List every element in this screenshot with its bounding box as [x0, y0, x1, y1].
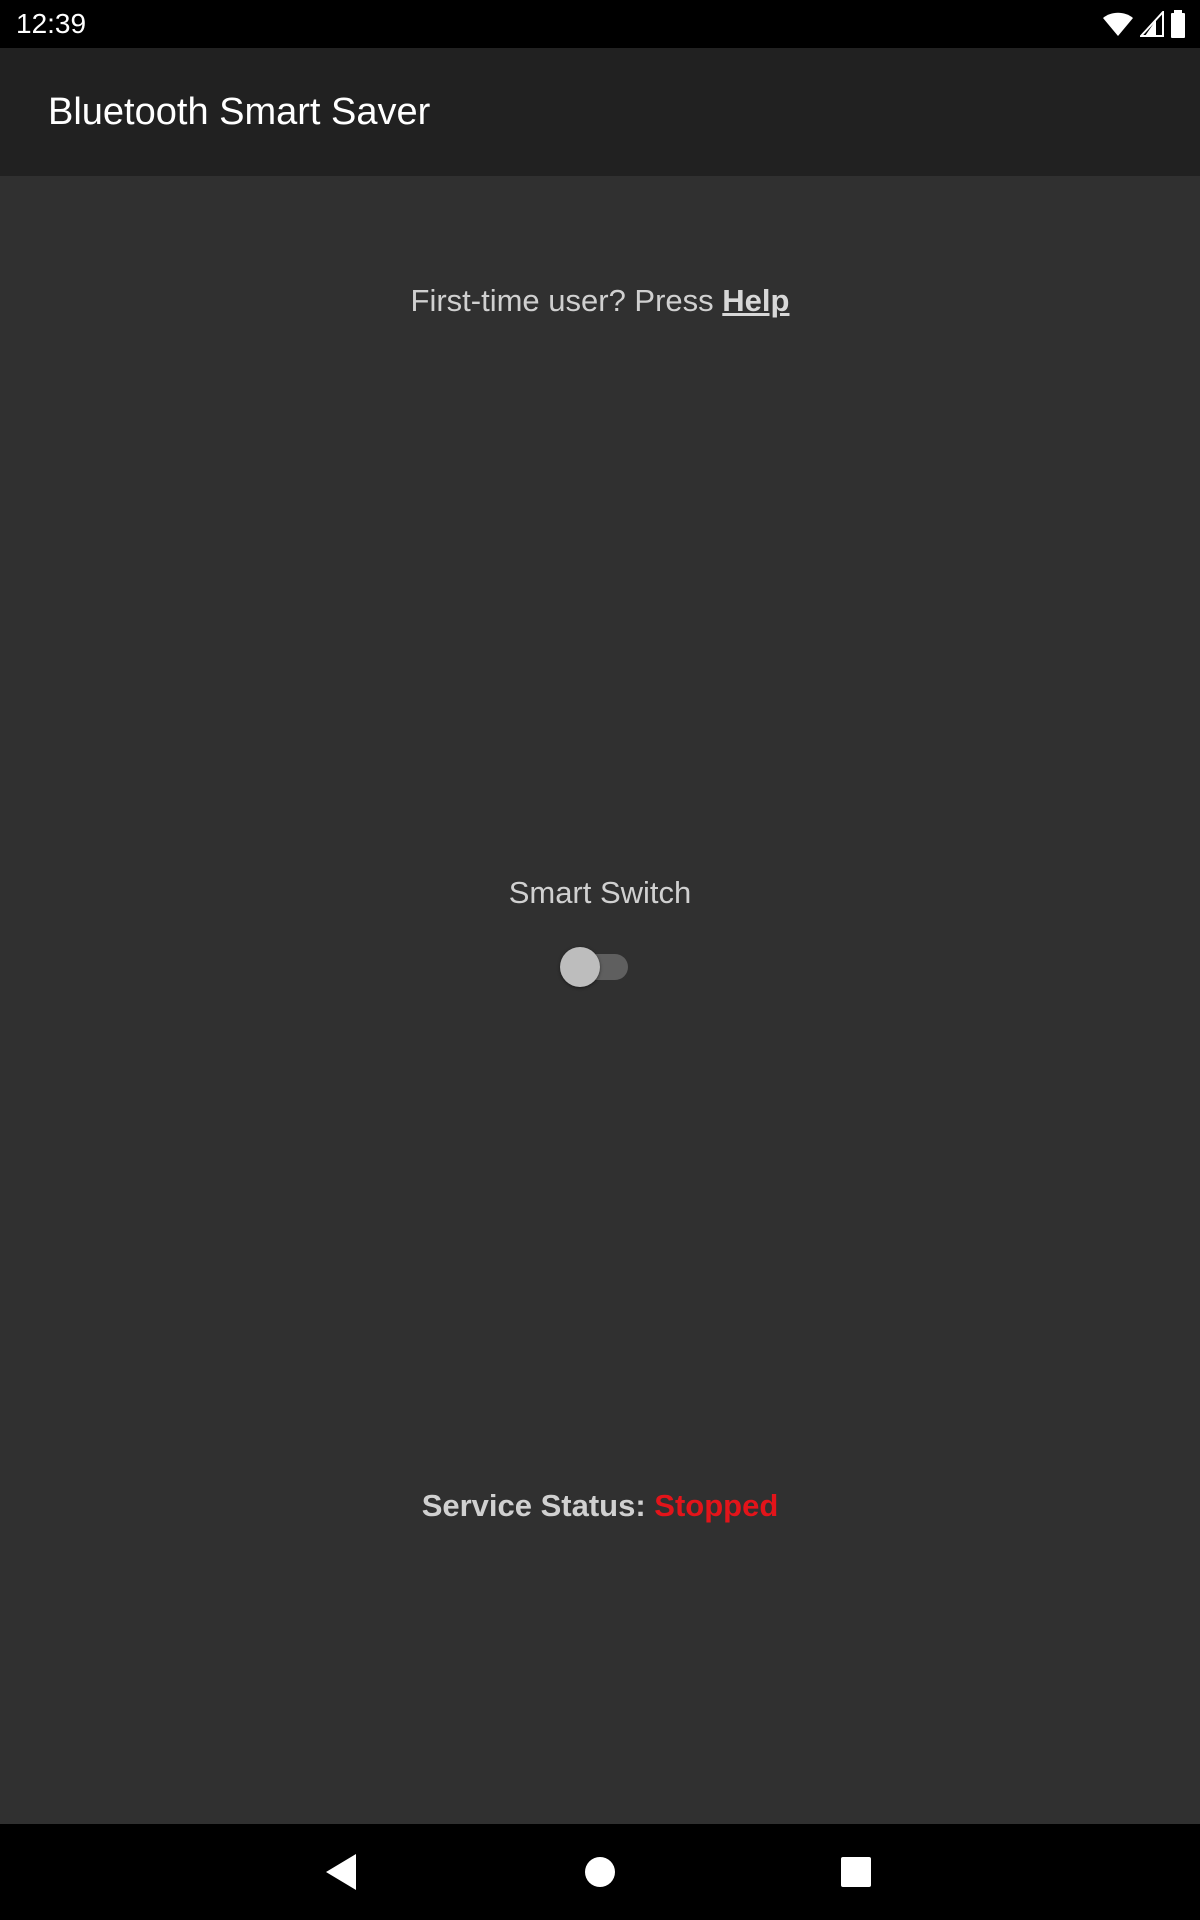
app-title: Bluetooth Smart Saver [48, 91, 431, 133]
smart-switch-label: Smart Switch [508, 875, 692, 910]
main-content: First-time user? Press Help Smart Switch… [0, 176, 1200, 1824]
navigation-bar [0, 1824, 1200, 1920]
home-icon[interactable] [576, 1848, 624, 1896]
battery-icon [1170, 10, 1186, 38]
smart-switch-toggle[interactable] [560, 946, 628, 988]
help-link[interactable]: Help [722, 283, 789, 318]
wifi-icon [1102, 11, 1134, 37]
first-time-text: First-time user? Press [410, 283, 723, 318]
status-time: 12:39 [16, 8, 87, 39]
service-status-label: Service Status: [421, 1488, 655, 1523]
status-bar: 12:39 [0, 0, 1200, 48]
back-icon[interactable] [318, 1848, 366, 1896]
service-status: Service Status: Stopped [0, 1486, 1200, 1526]
service-status-value: Stopped [654, 1488, 779, 1523]
recents-icon[interactable] [832, 1848, 880, 1896]
first-time-hint: First-time user? Press Help [0, 281, 1200, 321]
cell-signal-icon [1140, 11, 1164, 37]
switch-thumb [560, 947, 600, 987]
app-bar: Bluetooth Smart Saver [0, 48, 1200, 176]
status-icons [1102, 10, 1186, 38]
app-screen: 12:39 Bluetooth Smart Saver First-time u… [0, 0, 1200, 1920]
